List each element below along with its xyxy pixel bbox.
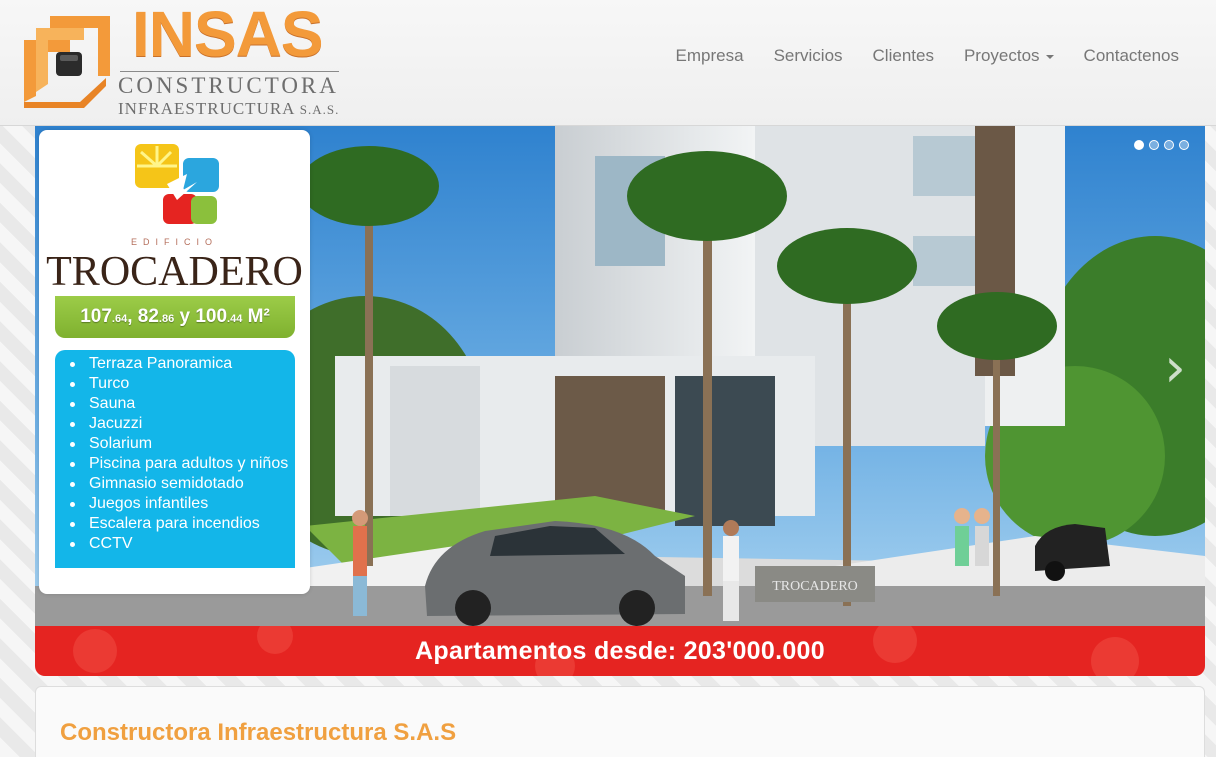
size-b-whole: 82 xyxy=(137,306,159,327)
amenity-item: Escalera para incendios xyxy=(69,514,295,534)
logo-mark-icon xyxy=(24,16,110,108)
carousel-indicators xyxy=(1134,140,1189,150)
carousel-indicator-3[interactable] xyxy=(1164,140,1174,150)
brand-line2-suffix: S.A.S. xyxy=(299,102,340,117)
size-a-dec: .64 xyxy=(111,313,128,325)
size-c-whole: 100 xyxy=(195,306,228,327)
carousel-indicator-4[interactable] xyxy=(1179,140,1189,150)
brand-line-constructora: CONSTRUCTORA xyxy=(118,71,339,98)
amenity-item: Gimnasio semidotado xyxy=(69,474,295,494)
brand-line2-text: INFRAESTRUCTURA xyxy=(118,99,295,118)
site-header: INSAS CONSTRUCTORA INFRAESTRUCTURA S.A.S… xyxy=(0,0,1216,126)
amenity-item: CCTV xyxy=(69,534,295,554)
size-sep-1: , xyxy=(127,306,138,327)
size-a-whole: 107 xyxy=(80,306,112,327)
carousel-indicator-1[interactable] xyxy=(1134,140,1144,150)
dropdown-caret-icon xyxy=(1045,54,1054,59)
amenity-item: Piscina para adultos y niños xyxy=(69,454,295,474)
nav-item-servicios[interactable]: Servicios xyxy=(759,44,858,68)
nav-item-proyectos[interactable]: Proyectos xyxy=(949,44,1069,68)
brand-name: INSAS xyxy=(132,0,324,70)
amenity-item: Juegos infantiles xyxy=(69,494,295,514)
size-b-dec: .86 xyxy=(158,313,175,325)
nav-item-empresa[interactable]: Empresa xyxy=(661,44,759,68)
carousel-indicator-2[interactable] xyxy=(1149,140,1159,150)
main-nav: Empresa Servicios Clientes Proyectos Con… xyxy=(661,44,1194,68)
project-info-card: EDIFICIO TROCADERO 107.64, 82.86 y 100.4… xyxy=(39,130,310,594)
unit-sizes: 107.64, 82.86 y 100.44 M² xyxy=(55,296,295,338)
amenity-item: Jacuzzi xyxy=(69,414,295,434)
brand-logo[interactable]: INSAS CONSTRUCTORA INFRAESTRUCTURA S.A.S… xyxy=(14,2,344,117)
price-banner: Apartamentos desde: 203'000.000 xyxy=(35,626,1205,676)
card-eyebrow: EDIFICIO xyxy=(130,237,218,247)
amenity-item: Turco xyxy=(69,374,295,394)
size-sep-2: y xyxy=(174,306,196,327)
section-title: Constructora Infraestructura S.A.S xyxy=(60,719,457,746)
content-panel: Constructora Infraestructura S.A.S xyxy=(35,686,1205,757)
nav-item-contactenos[interactable]: Contactenos xyxy=(1069,44,1194,68)
brand-line-infraestructura: INFRAESTRUCTURA S.A.S. xyxy=(118,100,339,117)
size-unit: M² xyxy=(242,306,270,327)
amenity-item: Sauna xyxy=(69,394,295,414)
chevron-right-icon[interactable]: › xyxy=(1155,338,1195,398)
size-c-dec: .44 xyxy=(227,313,243,325)
nav-item-proyectos-label: Proyectos xyxy=(963,46,1040,65)
price-text: Apartamentos desde: 203'000.000 xyxy=(415,636,825,665)
amenity-item: Solarium xyxy=(69,434,295,454)
amenity-item: Terraza Panoramica xyxy=(69,354,295,374)
amenities-list: Terraza Panoramica Turco Sauna Jacuzzi S… xyxy=(55,350,295,568)
nav-item-clientes[interactable]: Clientes xyxy=(858,44,949,68)
project-title: TROCADERO xyxy=(46,249,303,295)
hero-carousel[interactable]: TROCADERO › EDIFICIO TROCADERO 107.64, 8… xyxy=(35,126,1205,676)
trocadero-logo-icon xyxy=(135,144,219,224)
building-sign-text: TROCADERO xyxy=(772,579,858,594)
